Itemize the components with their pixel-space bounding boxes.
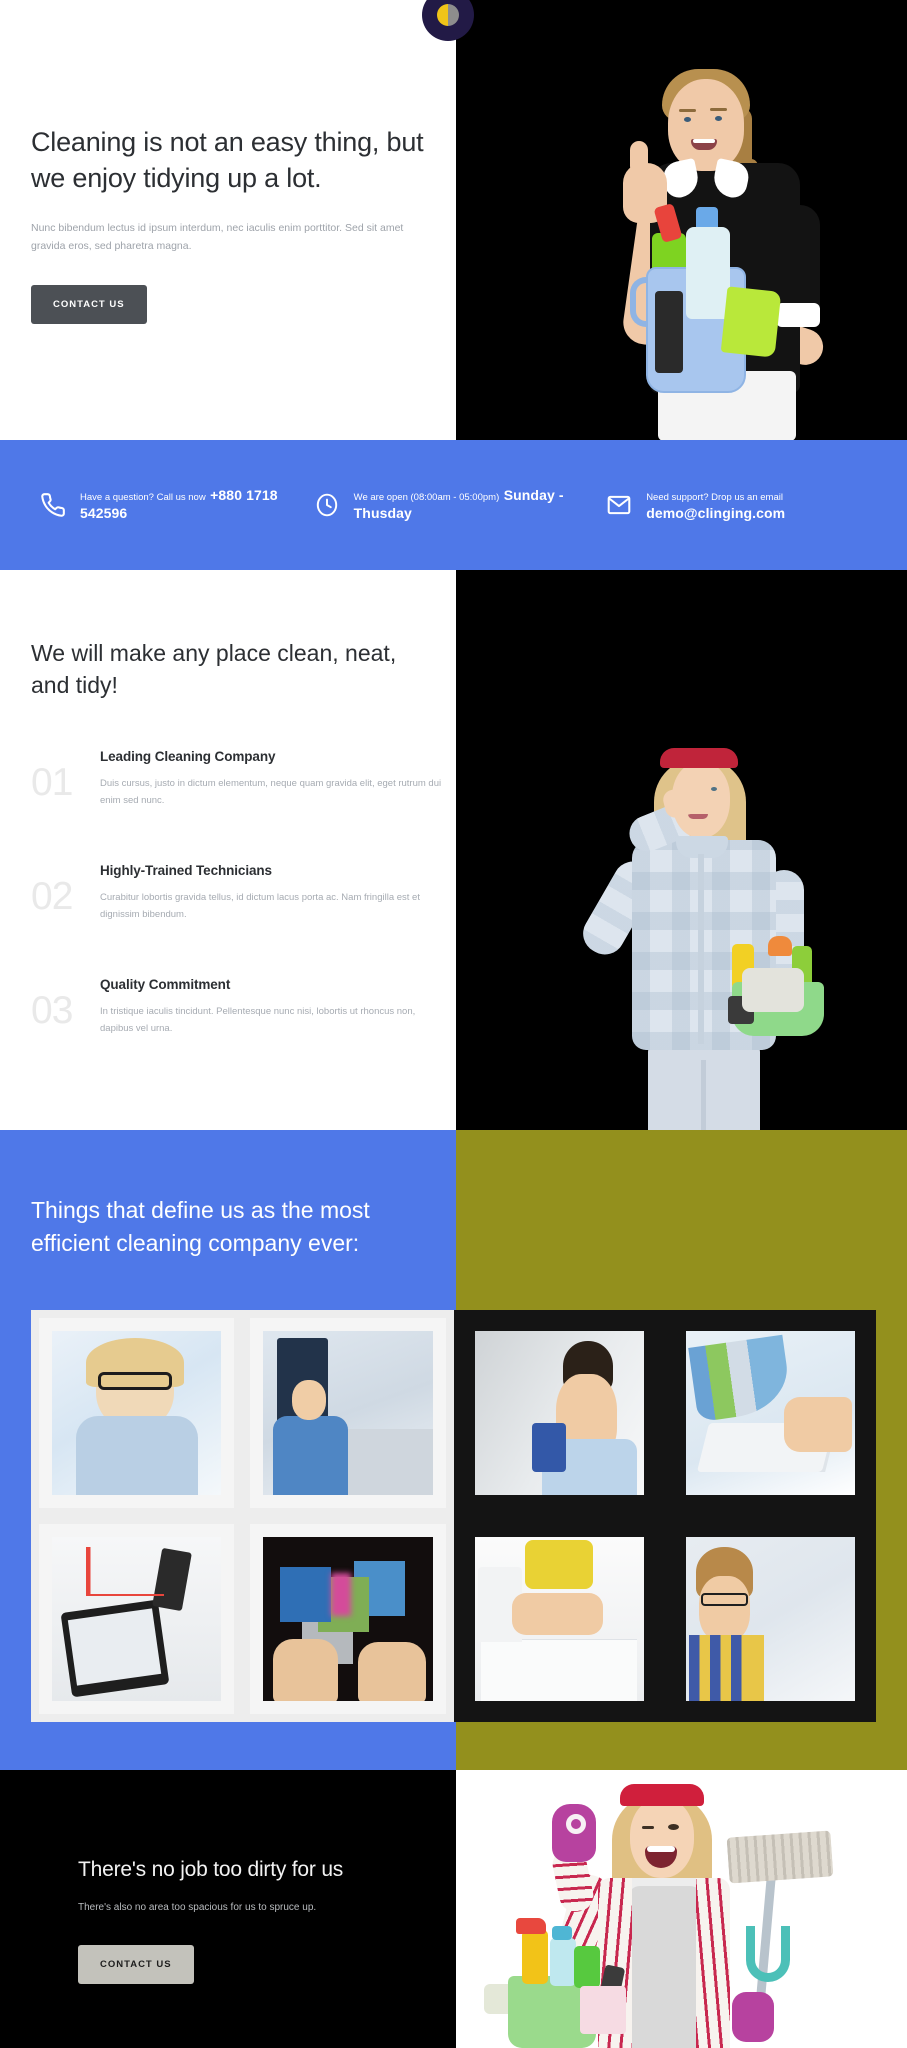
feature-body: In tristique iaculis tincidunt. Pellente…: [100, 1006, 416, 1035]
hero-copy-panel: Cleaning is not an easy thing, but we en…: [0, 0, 456, 440]
gallery-tile-4[interactable]: [664, 1310, 876, 1516]
feature-number: 02: [31, 875, 73, 919]
features-image-panel: [456, 570, 907, 1130]
gallery-tile-3[interactable]: [453, 1310, 665, 1516]
features-copy-panel: We will make any place clean, neat, and …: [0, 570, 456, 1130]
cta-subtitle: There's also no area too spacious for us…: [78, 1902, 317, 1913]
features-section: We will make any place clean, neat, and …: [0, 570, 907, 1130]
cta-ok-sign-woman-illustration: [470, 1778, 890, 2048]
gallery-thumbnail: [474, 1537, 644, 1701]
hero-maid-illustration: [538, 55, 868, 440]
features-saluting-woman-illustration: [536, 730, 836, 1130]
gallery-thumbnail: [263, 1331, 433, 1495]
contact-email-value: demo@clinging.com: [646, 505, 786, 521]
contact-email-label: Need support? Drop us an email: [646, 492, 783, 503]
contact-item-email[interactable]: Need support? Drop us an email demo@clin…: [606, 487, 877, 523]
feature-number: 03: [31, 989, 73, 1033]
gallery-tile-6[interactable]: [242, 1516, 454, 1722]
gallery-thumbnail: [685, 1331, 855, 1495]
feature-heading: Quality Commitment: [100, 977, 231, 993]
gallery-thumbnail: [685, 1537, 855, 1701]
hero-image-panel: [456, 0, 907, 440]
hero-section: Cleaning is not an easy thing, but we en…: [0, 0, 907, 440]
feature-item-03: 03 Quality Commitment In tristique iacul…: [31, 977, 456, 1051]
contact-item-phone[interactable]: Have a question? Call us now +880 1718 5…: [30, 487, 314, 523]
gallery-thumbnail: [52, 1331, 222, 1495]
gallery-tile-1[interactable]: [31, 1310, 243, 1516]
cta-image-panel: [456, 1770, 907, 2048]
gallery-tile-7[interactable]: [453, 1516, 665, 1722]
gallery-grid: [31, 1310, 876, 1722]
gallery-thumbnail: [52, 1537, 222, 1701]
cta-copy-panel: There's no job too dirty for us There's …: [0, 1770, 456, 2048]
hero-copy: Cleaning is not an easy thing, but we en…: [31, 125, 441, 324]
gallery-tile-2[interactable]: [242, 1310, 454, 1516]
hero-subtitle: Nunc bibendum lectus id ipsum interdum, …: [31, 221, 404, 252]
gallery-thumbnail: [263, 1537, 433, 1701]
cta-section: There's no job too dirty for us There's …: [0, 1770, 907, 2048]
phone-icon: [40, 492, 66, 518]
feature-item-01: 01 Leading Cleaning Company Duis cursus,…: [31, 749, 456, 823]
features-title: We will make any place clean, neat, and …: [31, 640, 397, 698]
features-list: 01 Leading Cleaning Company Duis cursus,…: [31, 749, 456, 1051]
hero-title: Cleaning is not an easy thing, but we en…: [31, 127, 424, 193]
contact-phone-label: Have a question? Call us now: [80, 492, 206, 503]
gallery-section: Things that define us as the most effici…: [0, 1130, 907, 1770]
hero-contact-us-button[interactable]: CONTACT US: [31, 284, 147, 324]
cta-title: There's no job too dirty for us: [78, 1858, 344, 1881]
feature-number: 01: [31, 761, 73, 805]
gallery-thumbnail: [474, 1331, 644, 1495]
feature-item-02: 02 Highly-Trained Technicians Curabitur …: [31, 863, 456, 937]
feature-heading: Leading Cleaning Company: [100, 749, 276, 765]
contact-hours-label: We are open (08:00am - 05:00pm): [353, 492, 500, 503]
feature-body: Duis cursus, justo in dictum elementum, …: [100, 778, 442, 807]
gallery-tile-8[interactable]: [664, 1516, 876, 1722]
gallery-heading: Things that define us as the most effici…: [31, 1197, 370, 1256]
cta-contact-us-button[interactable]: CONTACT US: [78, 1945, 194, 1984]
contact-info-bar: Have a question? Call us now +880 1718 5…: [0, 440, 907, 570]
feature-body: Curabitur lobortis gravida tellus, id di…: [100, 892, 420, 921]
mail-icon: [606, 492, 632, 518]
contact-item-hours[interactable]: We are open (08:00am - 05:00pm) Sunday -…: [314, 487, 607, 523]
gallery-tile-5[interactable]: [31, 1516, 243, 1722]
clock-icon: [314, 492, 340, 518]
feature-heading: Highly-Trained Technicians: [100, 863, 272, 879]
logo-circle-icon: [437, 4, 459, 26]
